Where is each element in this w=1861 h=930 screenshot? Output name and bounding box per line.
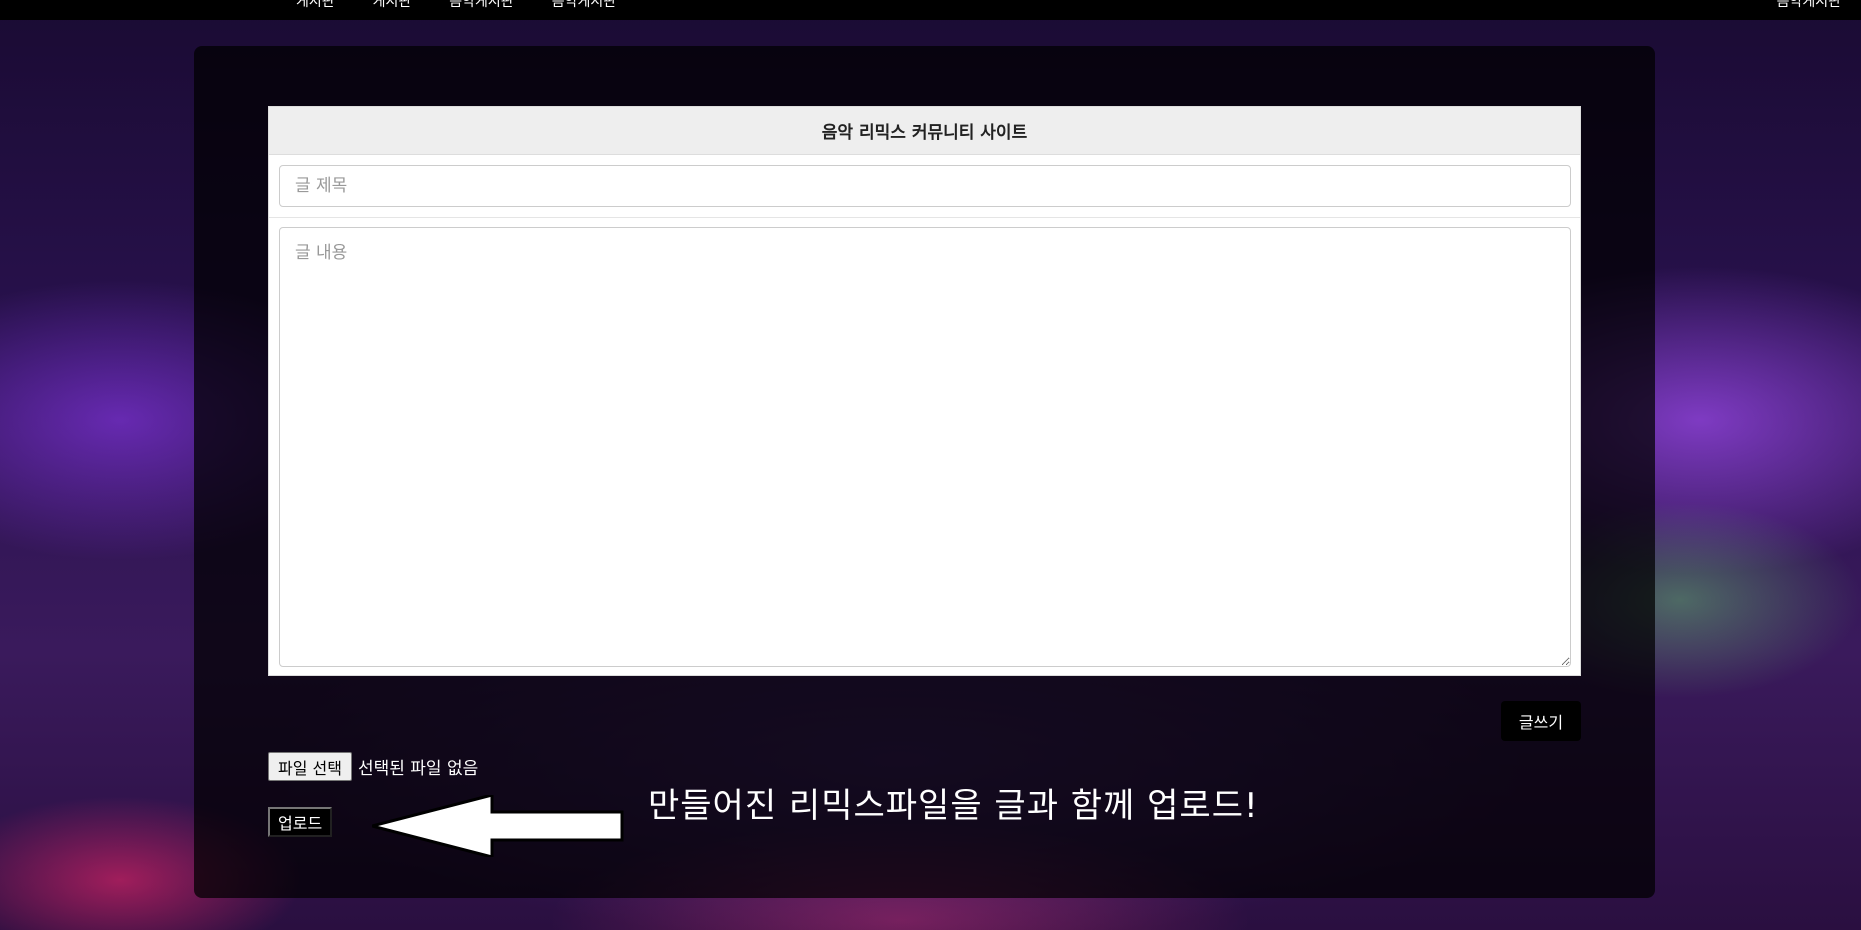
title-row [269, 155, 1580, 218]
post-content-textarea[interactable] [279, 227, 1571, 667]
nav-item-3[interactable]: 음악게시판 [449, 0, 513, 11]
post-form-card: 음악 리믹스 커뮤니티 사이트 [268, 106, 1581, 676]
nav-item-4[interactable]: 음악게시판 [552, 0, 616, 11]
upload-button[interactable]: 업로드 [268, 807, 333, 837]
upload-callout-text: 만들어진 리믹스파일을 글과 함께 업로드! [648, 786, 1259, 826]
choose-file-button[interactable]: 파일 선택 [268, 752, 352, 781]
top-navbar: 게시판 게시판 음악게시판 음악게시판 음악게시판 [0, 0, 1861, 20]
file-picker: 파일 선택 선택된 파일 없음 [268, 752, 478, 781]
nav-menu: 게시판 게시판 음악게시판 음악게시판 [296, 0, 616, 11]
nav-item-right[interactable]: 음악게시판 [1777, 0, 1841, 11]
nav-item-2[interactable]: 게시판 [373, 0, 412, 11]
write-button[interactable]: 글쓰기 [1501, 701, 1581, 741]
left-arrow-icon [372, 795, 624, 857]
post-title-input[interactable] [279, 165, 1571, 207]
file-status: 선택된 파일 없음 [357, 759, 479, 779]
nav-item-1[interactable]: 게시판 [296, 0, 335, 11]
form-header: 음악 리믹스 커뮤니티 사이트 [269, 107, 1580, 155]
